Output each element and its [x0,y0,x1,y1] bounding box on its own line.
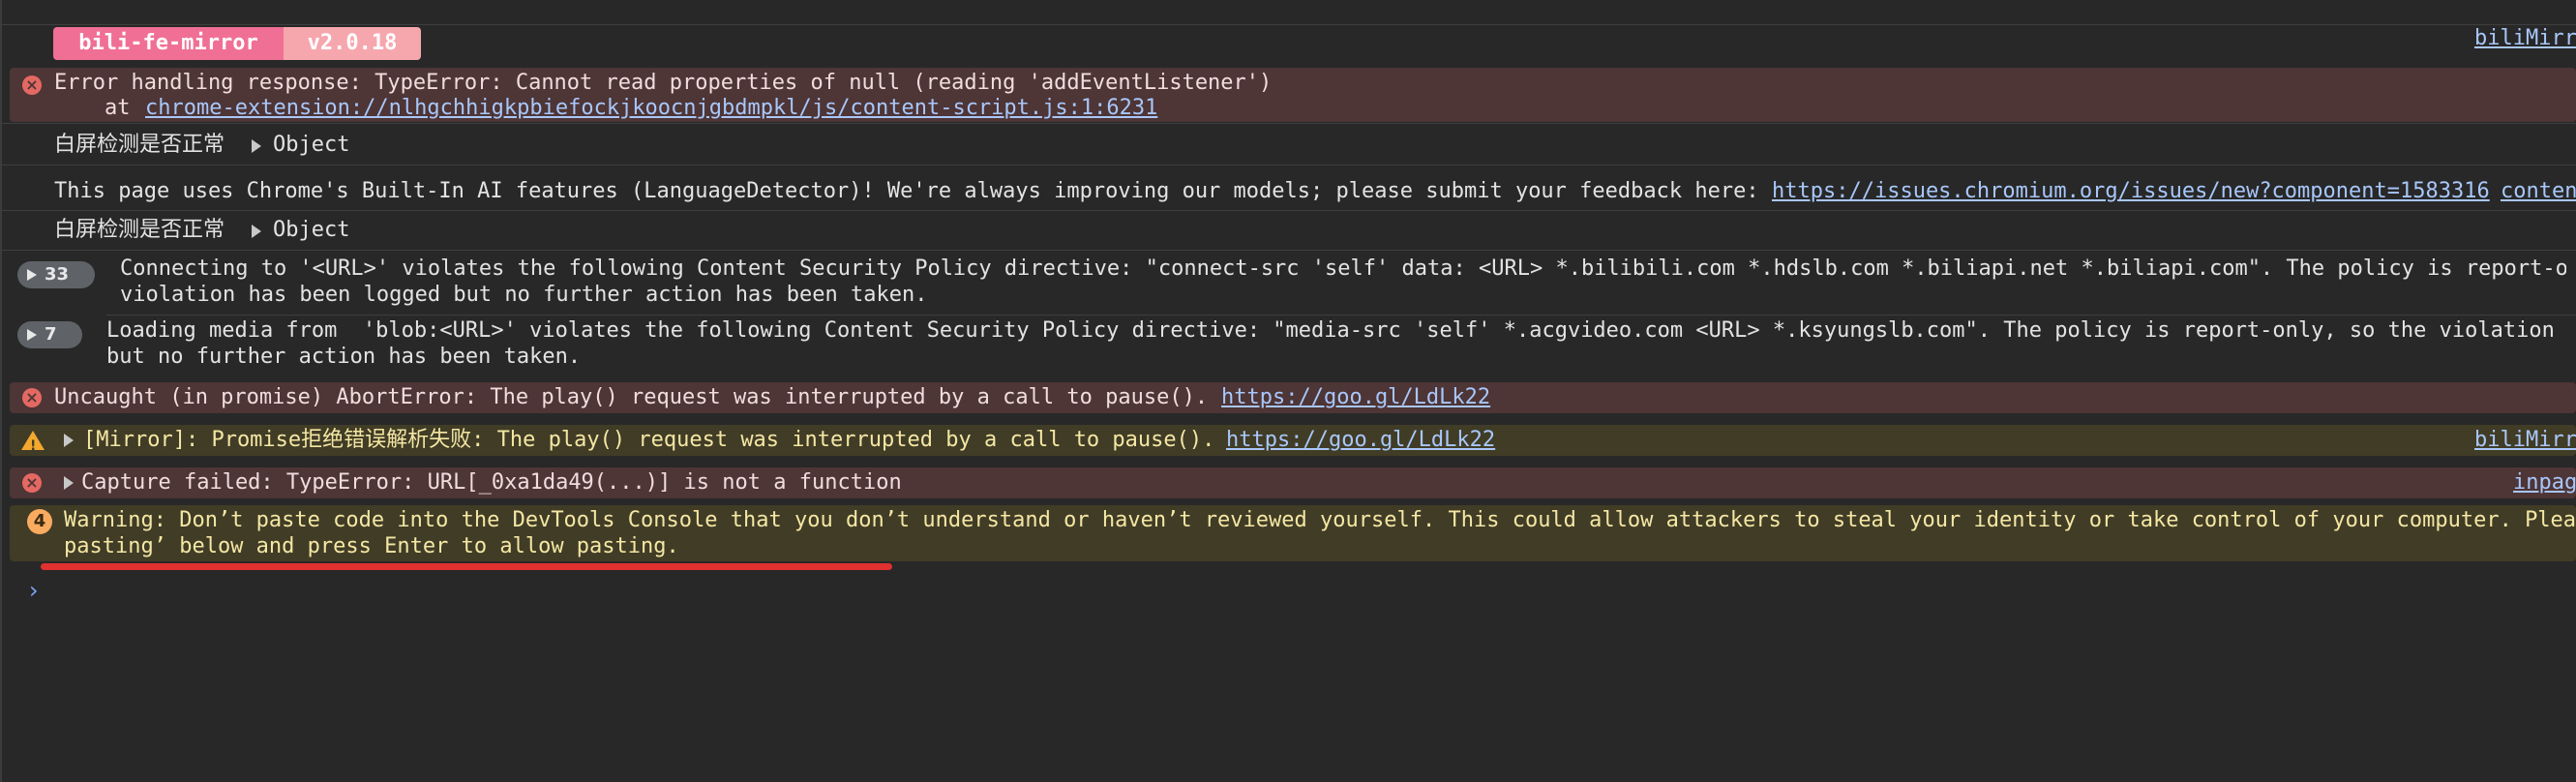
error-at-label: at [105,96,143,120]
console-error-message: × Capture failed: TypeError: URL[_0xa1da… [10,467,2576,498]
csp-text-line2: violation has been logged but no further… [120,283,928,307]
csp-text-line1: Loading media from 'blob:<URL>' violates… [106,318,2566,343]
console-log-message: 白屏检测是否正常 Object [10,217,2576,246]
source-link-chromium[interactable]: conten [2501,178,2576,204]
console-error-message: × Error handling response: TypeError: Ca… [10,68,2576,122]
log-label: 白屏检测是否正常 [54,218,225,242]
separator [0,210,2576,211]
source-link-mirror[interactable]: biliMirr [2474,427,2576,453]
highlight-underline [41,563,892,570]
console-paste-warning: 4 Warning: Don’t paste code into the Dev… [10,505,2576,561]
log-object[interactable]: Object [273,217,349,243]
separator [0,250,2576,251]
error-icon: × [22,75,42,95]
mirror-text: [Mirror]: Promise拒绝错误解析失败: The play() re… [83,428,1228,452]
abort-text: Uncaught (in promise) AbortError: The pl… [54,385,1221,409]
error-icon: × [22,388,42,407]
console-log-message: 白屏检测是否正常 Object [10,132,2576,161]
abort-link[interactable]: https://goo.gl/LdLk22 [1221,384,1490,410]
info-link[interactable]: https://issues.chromium.org/issues/new?c… [1772,178,2490,204]
separator [0,123,2576,124]
console-csp-message: Loading media from 'blob:<URL>' violates… [0,317,2566,372]
log-label: 白屏检测是否正常 [54,133,225,157]
source-link-capture[interactable]: inpag [2513,469,2576,496]
expand-triangle-icon[interactable] [64,434,74,447]
console-error-message: × Uncaught (in promise) AbortError: The … [10,382,2576,413]
paste-warning-line2: pasting’ below and press Enter to allow … [64,534,679,558]
log-object[interactable]: Object [273,132,349,158]
error-source-link[interactable]: chrome-extension://nlhgchhigkpbiefockjko… [145,95,1157,121]
warning-icon [21,431,45,456]
console-info-message: This page uses Chrome's Built-In AI feat… [10,178,2576,207]
console-csp-message: Connecting to '<URL>' violates the follo… [0,255,2566,309]
badge-name: bili-fe-mirror [53,27,284,60]
console-prompt-icon[interactable]: › [29,577,39,604]
expand-triangle-icon[interactable] [64,476,74,490]
info-text: This page uses Chrome's Built-In AI feat… [54,179,1772,203]
expand-triangle-icon[interactable] [252,139,261,153]
console-left-border [0,0,2,782]
expand-triangle-icon[interactable] [252,225,261,238]
separator [0,24,2576,25]
mirror-link[interactable]: https://goo.gl/LdLk22 [1226,427,1495,453]
source-link-row1[interactable]: biliMirr [2474,26,2576,50]
separator [106,315,2576,316]
csp-text-line2: but no further action has been taken. [106,345,582,369]
warning-count-badge: 4 [27,509,52,534]
paste-warning-line1: Warning: Don’t paste code into the DevTo… [64,508,2576,532]
error-icon: × [22,473,42,493]
badge-version: v2.0.18 [284,27,421,60]
csp-text-line1: Connecting to '<URL>' violates the follo… [120,256,2566,281]
error-text: Error handling response: TypeError: Cann… [54,71,1273,95]
console-warning-message: [Mirror]: Promise拒绝错误解析失败: The play() re… [10,425,2576,456]
capture-text: Capture failed: TypeError: URL[_0xa1da49… [81,470,902,495]
